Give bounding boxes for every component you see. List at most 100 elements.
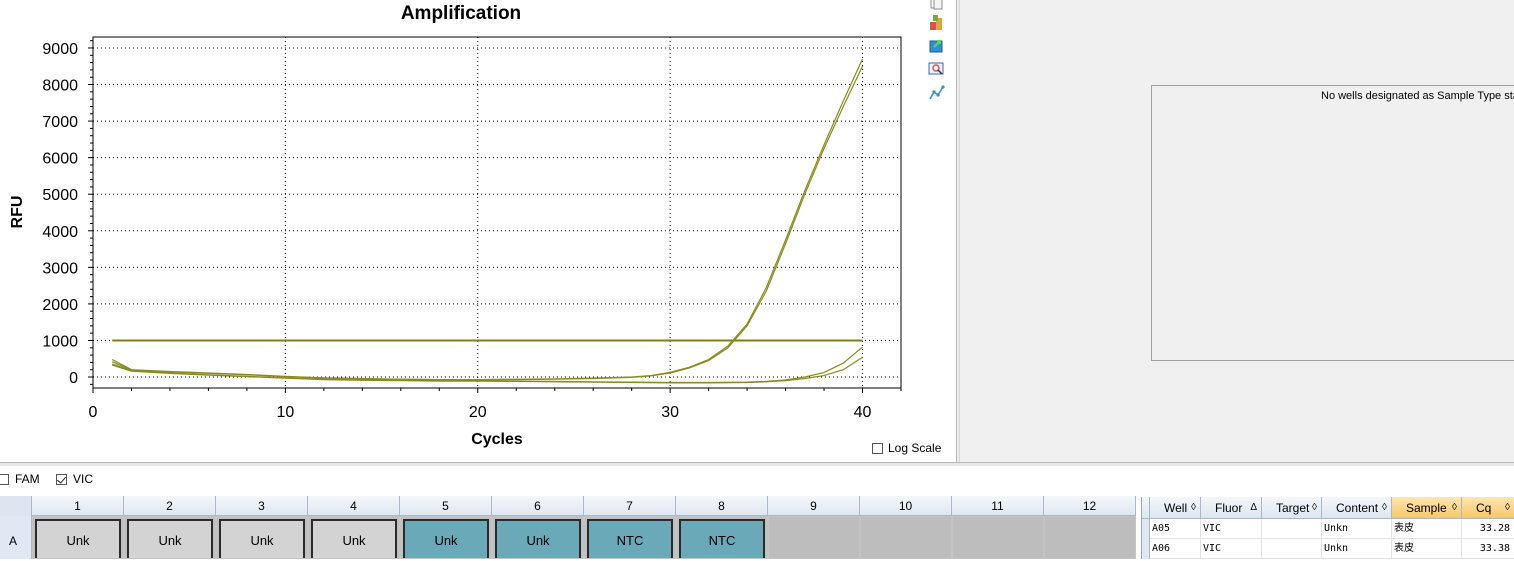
well-content-label: Unk [127,519,213,558]
well-a10[interactable] [860,516,952,559]
fluor-fam-toggle[interactable]: FAM [0,472,40,486]
sort-icon[interactable]: ◊ [1452,497,1457,519]
well-a11[interactable] [952,516,1044,559]
x-axis-label: Cycles [471,431,523,448]
fluor-vic-label: VIC [73,472,94,486]
sort-icon[interactable]: ◊ [1191,497,1196,519]
fluor-fam-label: FAM [15,472,40,486]
well-content-label: Unk [311,519,397,558]
plate-column-10[interactable]: 10 [860,496,952,516]
y-tick-label: 4000 [42,224,78,241]
plate-column-3[interactable]: 3 [216,496,308,516]
x-tick-label: 0 [89,404,98,421]
fluor-vic-toggle[interactable]: VIC [56,472,93,486]
y-tick-label: 8000 [42,78,78,95]
plate-column-8[interactable]: 8 [676,496,768,516]
results-cell-sample[interactable]: 表皮 [1392,539,1462,559]
results-cell-well[interactable]: A06 [1150,539,1201,559]
well-a09[interactable] [768,516,860,559]
well-a03[interactable]: Unk [216,516,308,559]
well-a01[interactable]: Unk [32,516,124,559]
x-tick-label: 10 [276,404,294,421]
well-content-label: NTC [679,519,765,558]
export-icon[interactable] [928,37,945,54]
column-header-well[interactable]: Well ◊ [1150,497,1201,519]
column-header-sample[interactable]: Sample ◊ [1392,497,1462,519]
standard-curve-message: No wells designated as Sample Type stand… [1321,90,1514,102]
results-cell-sample[interactable]: 表皮 [1392,519,1462,539]
column-header-cq[interactable]: Cq ◊ [1462,497,1514,519]
chart-toolbar [926,0,948,110]
plate-row-header-a[interactable]: A [0,516,32,559]
well-a06[interactable]: Unk [492,516,584,559]
y-tick-label: 5000 [42,187,78,204]
well-a08[interactable]: NTC [676,516,768,559]
y-tick-label: 2000 [42,297,78,314]
well-a02[interactable]: Unk [124,516,216,559]
sort-icon[interactable]: ◊ [1382,497,1387,519]
plate-column-1[interactable]: 1 [32,496,124,516]
column-header-fluor[interactable]: Fluor Δ [1201,497,1262,519]
plate-column-11[interactable]: 11 [952,496,1044,516]
y-tick-label: 0 [69,370,78,387]
column-header-content[interactable]: Content ◊ [1322,497,1392,519]
x-tick-label: 20 [469,404,487,421]
graph-settings-icon[interactable] [928,84,945,101]
log-scale-label: Log Scale [888,441,942,455]
results-cell-fluor[interactable]: VIC [1201,519,1262,539]
y-tick-label: 3000 [42,260,78,277]
log-scale-toggle[interactable]: Log Scale [872,440,941,456]
x-tick-label: 30 [661,404,679,421]
plate-column-2[interactable]: 2 [124,496,216,516]
well-a12[interactable] [1044,516,1136,559]
plate-view: 1 2 3 4 5 6 7 8 9 10 11 12 A Unk Unk Unk Unk Unk Unk NTC N… [0,496,1136,559]
y-axis-label: RFU [9,196,26,229]
standard-curve-chart: No wells designated as Sample Type stand… [1151,85,1514,361]
plot-area [92,36,902,389]
row-selector[interactable] [1142,519,1150,539]
well-content-label: NTC [587,519,673,558]
amplification-curve-1[interactable] [111,66,864,381]
results-cell-well[interactable]: A05 [1150,519,1201,539]
plate-corner[interactable] [0,496,32,516]
log-scale-checkbox[interactable] [872,442,883,454]
results-cell-fluor[interactable]: VIC [1201,539,1262,559]
plate-column-4[interactable]: 4 [308,496,400,516]
column-header-target[interactable]: Target ◊ [1262,497,1322,519]
y-tick-label: 6000 [42,151,78,168]
horizontal-splitter[interactable] [0,462,1514,466]
results-cell-content[interactable]: Unkn [1322,539,1392,559]
column-header-label: Well [1164,501,1188,515]
plate-column-5[interactable]: 5 [400,496,492,516]
results-cell-cq[interactable]: 33.38 [1462,539,1514,559]
sort-icon[interactable]: ◊ [1505,497,1510,519]
sort-icon[interactable]: ◊ [1312,497,1317,519]
fluor-fam-checkbox[interactable] [0,473,9,485]
y-tick-label: 9000 [42,41,78,58]
plate-column-9[interactable]: 9 [768,496,860,516]
chart-title: Amplification [401,3,521,24]
amplification-curve-2[interactable] [111,58,864,381]
results-cell-cq[interactable]: 33.28 [1462,519,1514,539]
standard-curve-pane: No wells designated as Sample Type stand… [960,0,1514,462]
plate-column-6[interactable]: 6 [492,496,584,516]
zoom-icon[interactable] [928,60,945,77]
column-header-label: Content [1336,501,1379,515]
sort-icon[interactable]: Δ [1250,497,1257,519]
copy-icon[interactable] [928,0,945,11]
results-cell-content[interactable]: Unkn [1322,519,1392,539]
fluorophore-selector: FAM VIC [0,467,1514,493]
well-a05[interactable]: Unk [400,516,492,559]
plate-column-7[interactable]: 7 [584,496,676,516]
well-a04[interactable]: Unk [308,516,400,559]
results-cell-target[interactable] [1262,519,1322,539]
chart-color-icon[interactable] [928,14,945,31]
well-content-label: Unk [219,519,305,558]
results-cell-target[interactable] [1262,539,1322,559]
well-a07[interactable]: NTC [584,516,676,559]
amplification-chart[interactable]: 0 10 20 30 40 0 1000 2000 3000 4000 5000 6000 7000 80… [0,0,925,462]
row-selector[interactable] [1142,539,1150,559]
plate-column-12[interactable]: 12 [1044,496,1136,516]
fluor-vic-checkbox[interactable] [56,473,67,485]
x-tick-label: 40 [854,404,872,421]
